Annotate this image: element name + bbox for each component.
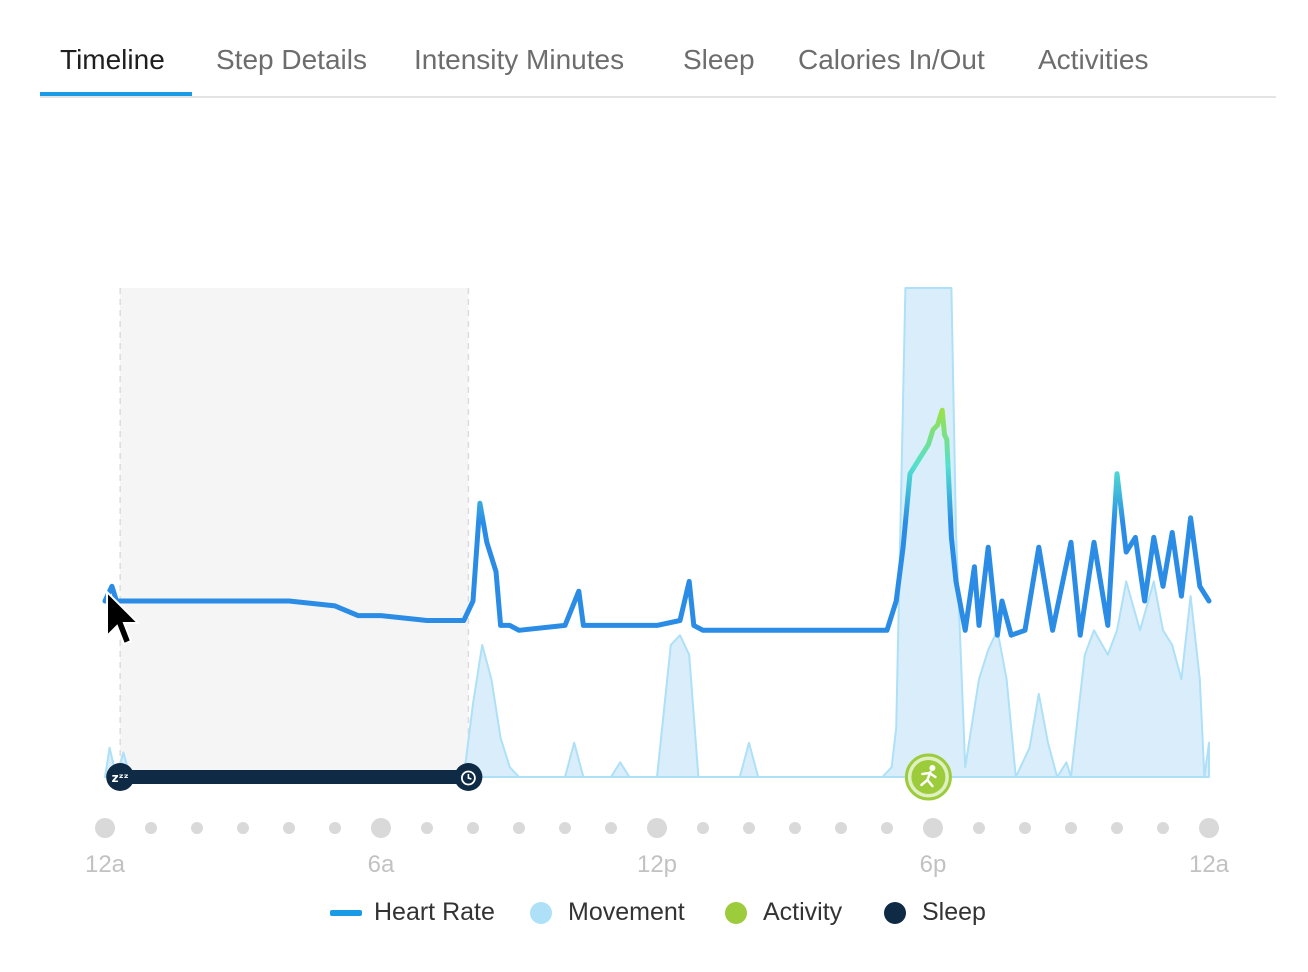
legend-item-movement[interactable]: Movement [530, 898, 685, 927]
minor-tick-dot [191, 822, 203, 834]
minor-tick-dot [237, 822, 249, 834]
minor-tick-dot [605, 822, 617, 834]
runner-head [929, 765, 936, 771]
major-tick-dot [647, 818, 667, 838]
minor-tick-dot [835, 822, 847, 834]
minor-tick-dot [789, 822, 801, 834]
sleep-shading [119, 288, 470, 777]
minor-tick-dot [973, 822, 985, 834]
legend-item-sleep[interactable]: Sleep [884, 898, 986, 927]
tab-sleep[interactable]: Sleep [683, 44, 755, 76]
x-axis: 12a 6a 12p 6p 12a [85, 818, 1230, 878]
minor-tick-dot [1065, 822, 1077, 834]
minor-tick-dot [467, 822, 479, 834]
legend-label: Sleep [922, 898, 986, 926]
x-tick-label: 12a [85, 851, 126, 878]
minor-tick-dot [1111, 822, 1123, 834]
heart-rate-swatch [330, 909, 362, 916]
major-tick-dot [1199, 818, 1219, 838]
minor-tick-dot [329, 822, 341, 834]
minor-tick-dot [559, 822, 571, 834]
legend-item-heart-rate[interactable]: Heart Rate [330, 898, 495, 927]
legend-label: Heart Rate [374, 898, 495, 926]
active-tab-indicator [40, 92, 192, 96]
tab-intensity-minutes[interactable]: Intensity Minutes [414, 44, 624, 76]
minor-tick-dot [283, 822, 295, 834]
minor-tick-dot [881, 822, 893, 834]
sleep-shade-area [120, 288, 469, 777]
activity-markers[interactable] [904, 753, 952, 801]
minor-tick-dot [1157, 822, 1169, 834]
legend: Heart Rate Movement Activity Sleep [0, 898, 1308, 934]
tab-calories-in-out[interactable]: Calories In/Out [798, 44, 985, 76]
activity-swatch [725, 901, 747, 924]
tab-step-details[interactable]: Step Details [216, 44, 367, 76]
movement-swatch [530, 901, 552, 924]
minor-tick-dot [1019, 822, 1031, 834]
tab-bar: Timeline Step Details Intensity Minutes … [40, 0, 1276, 98]
minor-tick-dot [743, 822, 755, 834]
major-tick-dot [371, 818, 391, 838]
legend-item-activity[interactable]: Activity [725, 898, 842, 927]
x-tick-label: 12p [637, 851, 677, 878]
major-tick-dot [95, 818, 115, 838]
x-tick-label: 12a [1189, 851, 1230, 878]
minor-tick-dot [145, 822, 157, 834]
tab-activities[interactable]: Activities [1038, 44, 1148, 76]
minor-tick-dot [513, 822, 525, 834]
legend-label: Movement [568, 898, 685, 926]
major-tick-dot [923, 818, 943, 838]
timeline-chart[interactable]: zᶻᶻ 12a 6a 12p 6p 12a [0, 100, 1308, 890]
sleep-swatch [884, 901, 906, 924]
legend-label: Activity [763, 898, 843, 926]
minor-tick-dot [421, 822, 433, 834]
x-tick-label: 6a [368, 851, 395, 878]
x-tick-label: 6p [920, 851, 947, 878]
tab-timeline[interactable]: Timeline [60, 44, 165, 76]
minor-tick-dot [697, 822, 709, 834]
zzz-icon: zᶻᶻ [112, 771, 129, 785]
